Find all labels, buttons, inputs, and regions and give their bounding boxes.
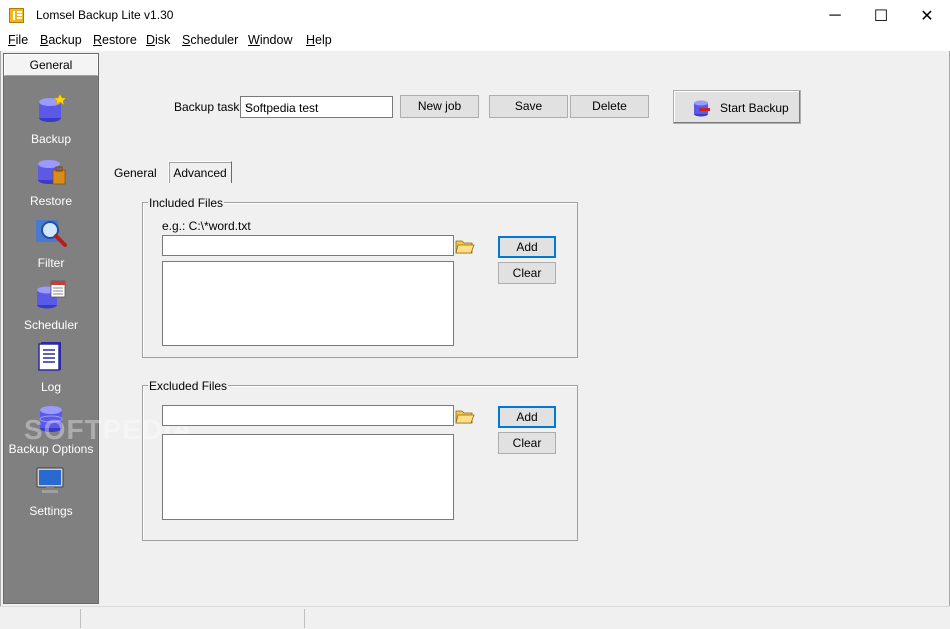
menu-file[interactable]: File [8, 33, 28, 47]
scheduler-icon [37, 280, 66, 309]
excluded-files-list[interactable] [162, 434, 454, 520]
chevron-down-icon: ⌵ [245, 100, 253, 111]
menu-window[interactable]: Window [248, 33, 292, 47]
sidebar-item-label: Backup [30, 132, 72, 146]
backup-icon [39, 93, 67, 122]
start-backup-label: Start Backup [720, 101, 789, 115]
restore-icon [38, 160, 66, 185]
minimize-button[interactable]: ─ [812, 0, 858, 31]
close-button[interactable]: ✕ [904, 0, 950, 31]
start-backup-button[interactable]: Start Backup [673, 90, 801, 124]
app-icon [9, 8, 24, 23]
maximize-button[interactable]: ☐ [858, 0, 904, 31]
window-title: Lomsel Backup Lite v1.30 [36, 8, 174, 22]
excluded-path-input[interactable] [162, 405, 454, 426]
delete-button[interactable]: Delete [570, 95, 649, 118]
sidebar-item-scheduler[interactable]: Scheduler [4, 278, 98, 340]
folder-open-icon[interactable] [455, 237, 475, 255]
included-add-button[interactable]: Add [498, 236, 556, 258]
sidebar: General Backup Restore Filter Scheduler … [3, 53, 99, 604]
tab-advanced[interactable]: Advanced [168, 161, 232, 183]
included-files-list[interactable] [162, 261, 454, 346]
sidebar-item-restore[interactable]: Restore [4, 154, 98, 216]
new-job-button[interactable]: New job [400, 95, 479, 118]
excluded-clear-button[interactable]: Clear [498, 432, 556, 454]
folder-open-icon[interactable] [455, 407, 475, 425]
sidebar-item-label: Scheduler [23, 318, 79, 332]
filter-icon [36, 220, 67, 247]
tab-general[interactable]: General [114, 166, 157, 180]
sidebar-item-log[interactable]: Log [4, 340, 98, 402]
included-clear-button[interactable]: Clear [498, 262, 556, 284]
backup-task-label: Backup task: [174, 100, 243, 114]
menu-backup[interactable]: Backup [40, 33, 82, 47]
sidebar-header[interactable]: General [4, 54, 98, 76]
status-bar [0, 606, 950, 629]
sidebar-item-label: Settings [29, 504, 73, 518]
example-hint: e.g.: C:\*word.txt [162, 219, 251, 233]
log-icon [38, 342, 61, 371]
excluded-add-button[interactable]: Add [498, 406, 556, 428]
settings-icon [36, 467, 64, 493]
status-separator [304, 609, 305, 628]
sidebar-item-label: Log [40, 380, 62, 394]
included-path-input[interactable] [162, 235, 454, 256]
sidebar-item-settings[interactable]: Settings [4, 464, 98, 526]
excluded-files-title: Excluded Files [148, 379, 229, 393]
title-bar[interactable]: Lomsel Backup Lite v1.30 ─ ☐ ✕ [0, 0, 950, 31]
menu-scheduler[interactable]: Scheduler [182, 33, 238, 47]
menu-restore[interactable]: Restore [93, 33, 137, 47]
status-separator [80, 609, 81, 628]
backup-task-select[interactable]: Softpedia test ⌵ [240, 96, 393, 118]
sidebar-item-label: Filter [37, 256, 65, 270]
sidebar-item-backup[interactable]: Backup [4, 92, 98, 154]
included-files-title: Included Files [148, 196, 225, 210]
save-button[interactable]: Save [489, 95, 568, 118]
sidebar-item-filter[interactable]: Filter [4, 216, 98, 278]
database-icon [694, 100, 710, 117]
sidebar-item-label: Restore [29, 194, 73, 208]
menu-bar: File Backup Restore Disk Scheduler Windo… [0, 31, 950, 51]
menu-help[interactable]: Help [306, 33, 332, 47]
menu-disk[interactable]: Disk [146, 33, 170, 47]
